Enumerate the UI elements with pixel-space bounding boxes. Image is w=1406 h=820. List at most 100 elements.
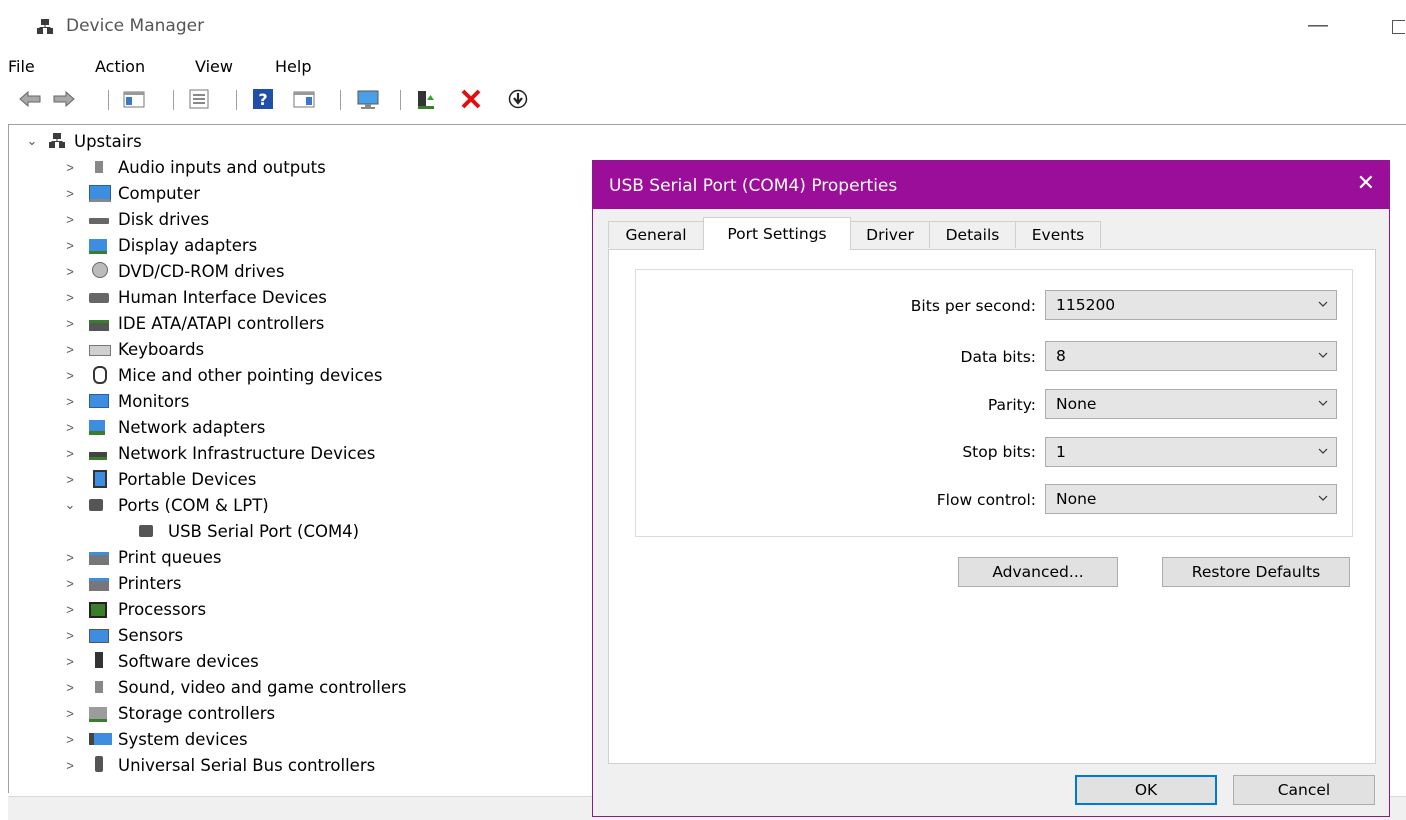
tree-item-label: DVD/CD-ROM drives [118,261,285,281]
print-queue-icon [89,548,111,566]
chevron-right-icon[interactable]: > [61,316,79,331]
port-settings-panel: Bits per second: 115200 Data bits: 8 Par… [608,249,1376,764]
advanced-button[interactable]: Advanced... [958,557,1118,587]
disable-device-icon[interactable] [506,88,530,110]
tab-details[interactable]: Details [929,221,1016,248]
stop-bits-label: Stop bits: [962,443,1036,461]
settings-group: Bits per second: 115200 Data bits: 8 Par… [635,269,1353,537]
flow-control-select[interactable]: None [1045,484,1337,514]
tree-item-dvd[interactable]: > DVD/CD-ROM drives [61,258,284,284]
tree-item-label: Network adapters [118,417,266,437]
chevron-right-icon[interactable]: > [61,160,79,175]
toolbar: ? [0,84,1406,116]
menu-file[interactable]: File [8,57,35,76]
tree-item-computer[interactable]: > Computer [61,180,200,206]
toolbar-separator [236,90,237,110]
ok-button[interactable]: OK [1075,775,1217,805]
chevron-down-icon [1318,495,1328,501]
chevron-right-icon[interactable]: > [61,446,79,461]
tab-strip: General Port Settings Driver Details Eve… [608,217,1378,250]
tree-item-label: Universal Serial Bus controllers [118,755,376,775]
tree-item-storage-controllers[interactable]: > Storage controllers [61,700,275,726]
tree-item-system-devices[interactable]: > System devices [61,726,247,752]
properties-icon[interactable] [187,88,211,110]
chevron-right-icon[interactable]: > [61,342,79,357]
tree-item-display-adapters[interactable]: > Display adapters [61,232,257,258]
software-device-icon [89,652,111,670]
chevron-right-icon[interactable]: > [61,732,79,747]
disk-drive-icon [89,210,111,228]
tree-item-printers[interactable]: > Printers [61,570,181,596]
chevron-right-icon[interactable]: > [61,186,79,201]
tree-item-ide[interactable]: > IDE ATA/ATAPI controllers [61,310,324,336]
tab-events[interactable]: Events [1015,221,1101,248]
chevron-down-icon[interactable]: ⌄ [23,133,41,149]
menu-view[interactable]: View [195,57,233,76]
tab-port-settings[interactable]: Port Settings [703,217,851,250]
minimize-button[interactable]: — [1308,14,1330,36]
usb-icon [89,756,111,774]
tree-item-sound[interactable]: > Sound, video and game controllers [61,674,406,700]
monitor-icon-shape [89,394,109,408]
help-icon[interactable]: ? [251,88,275,110]
tree-item-software-devices[interactable]: > Software devices [61,648,259,674]
tree-item-usb-controllers[interactable]: > Universal Serial Bus controllers [61,752,375,778]
restore-defaults-button[interactable]: Restore Defaults [1162,557,1350,587]
chevron-right-icon[interactable]: > [61,550,79,565]
tree-item-keyboards[interactable]: > Keyboards [61,336,204,362]
update-driver-icon[interactable] [414,88,438,110]
chevron-right-icon[interactable]: > [61,290,79,305]
chevron-right-icon[interactable]: > [61,602,79,617]
network-infrastructure-icon-shape [89,452,107,460]
chevron-right-icon[interactable]: > [61,758,79,773]
data-bits-select[interactable]: 8 [1045,341,1337,371]
chevron-right-icon[interactable]: > [61,264,79,279]
chevron-right-icon[interactable]: > [61,706,79,721]
cancel-button[interactable]: Cancel [1233,775,1375,805]
menu-help[interactable]: Help [275,57,311,76]
tree-item-hid[interactable]: > Human Interface Devices [61,284,327,310]
parity-select[interactable]: None [1045,389,1337,419]
sensor-icon-shape [89,629,109,643]
tree-item-network-infrastructure[interactable]: > Network Infrastructure Devices [61,440,375,466]
chevron-right-icon[interactable]: > [61,394,79,409]
tree-item-monitors[interactable]: > Monitors [61,388,189,414]
chevron-right-icon[interactable]: > [61,628,79,643]
stop-bits-select[interactable]: 1 [1045,437,1337,467]
uninstall-device-icon[interactable] [459,88,483,110]
chevron-right-icon[interactable]: > [61,368,79,383]
tree-item-processors[interactable]: > Processors [61,596,206,622]
chevron-right-icon[interactable]: > [61,680,79,695]
portable-device-icon-shape [93,470,107,488]
back-icon[interactable] [18,88,42,110]
tree-root-upstairs[interactable]: ⌄ Upstairs [23,128,142,154]
tree-item-disk-drives[interactable]: > Disk drives [61,206,209,232]
forward-icon[interactable] [52,88,76,110]
close-icon[interactable]: ✕ [1357,171,1375,196]
tree-item-ports[interactable]: ⌄ Ports (COM & LPT) [61,492,269,518]
chevron-right-icon[interactable]: > [61,654,79,669]
action-pane-icon[interactable] [292,88,316,110]
bits-per-second-select[interactable]: 115200 [1045,290,1337,320]
tree-item-usb-serial-port[interactable]: USB Serial Port (COM4) [139,518,359,544]
chevron-right-icon[interactable]: > [61,576,79,591]
tab-driver[interactable]: Driver [850,221,930,248]
chevron-right-icon[interactable]: > [61,472,79,487]
tree-item-mice[interactable]: > Mice and other pointing devices [61,362,382,388]
menu-action[interactable]: Action [95,57,145,76]
chevron-right-icon[interactable]: > [61,212,79,227]
scan-hardware-icon[interactable] [356,88,380,110]
flow-control-label: Flow control: [936,491,1036,509]
chevron-right-icon[interactable]: > [61,420,79,435]
chevron-down-icon[interactable]: ⌄ [61,497,79,513]
tree-item-portable-devices[interactable]: > Portable Devices [61,466,256,492]
tree-item-audio[interactable]: > Audio inputs and outputs [61,154,326,180]
ide-icon-shape [89,320,109,331]
maximize-button[interactable] [1392,20,1405,34]
tab-general[interactable]: General [608,221,704,248]
tree-item-print-queues[interactable]: > Print queues [61,544,221,570]
chevron-right-icon[interactable]: > [61,238,79,253]
tree-item-network-adapters[interactable]: > Network adapters [61,414,265,440]
show-hide-console-tree-icon[interactable] [122,88,146,110]
tree-item-sensors[interactable]: > Sensors [61,622,183,648]
